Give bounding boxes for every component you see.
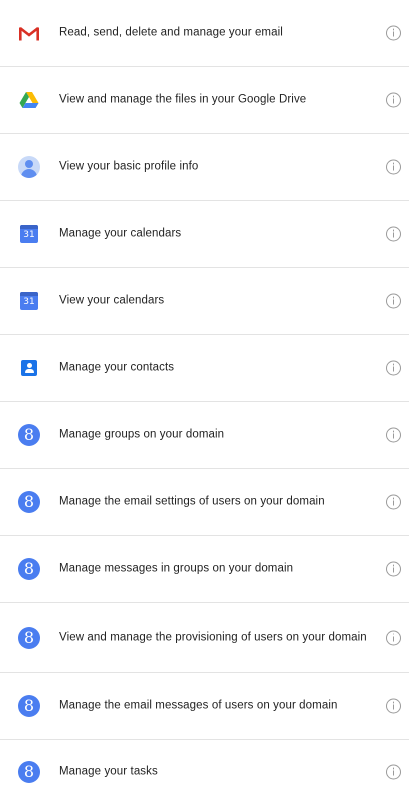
permission-row-drive: View and manage the files in your Google… bbox=[0, 67, 409, 134]
permission-label: Manage your calendars bbox=[59, 227, 182, 240]
permission-label: Manage groups on your domain bbox=[59, 428, 225, 441]
permission-label: Manage the email settings of users on yo… bbox=[59, 495, 325, 508]
calendar-day: 31 bbox=[23, 297, 35, 307]
google-g-icon: 8 bbox=[17, 557, 41, 581]
permission-label: Manage messages in groups on your domain bbox=[59, 562, 294, 575]
permission-label: Read, send, delete and manage your email bbox=[59, 26, 283, 39]
gmail-icon bbox=[17, 21, 41, 45]
permission-row-group-messages: 8 Manage messages in groups on your doma… bbox=[0, 536, 409, 603]
info-icon[interactable] bbox=[386, 494, 401, 510]
info-icon[interactable] bbox=[386, 159, 401, 175]
permission-row-contacts: Manage your contacts bbox=[0, 335, 409, 402]
info-icon[interactable] bbox=[386, 293, 401, 309]
info-icon[interactable] bbox=[386, 427, 401, 443]
permission-row-tasks: 8 Manage your tasks bbox=[0, 740, 409, 804]
info-icon[interactable] bbox=[386, 764, 401, 780]
permission-label: Manage your tasks bbox=[59, 765, 158, 778]
google-g-icon: 8 bbox=[17, 490, 41, 514]
info-icon[interactable] bbox=[386, 561, 401, 577]
permission-row-email: Read, send, delete and manage your email bbox=[0, 0, 409, 67]
contacts-icon bbox=[17, 356, 41, 380]
permission-label: View and manage the files in your Google… bbox=[59, 93, 307, 106]
permission-row-view-calendars: 31 View your calendars bbox=[0, 268, 409, 335]
permission-row-manage-calendars: 31 Manage your calendars bbox=[0, 201, 409, 268]
permission-row-provisioning: 8 View and manage the provisioning of us… bbox=[0, 603, 409, 673]
info-icon[interactable] bbox=[386, 226, 401, 242]
permission-label: View your calendars bbox=[59, 294, 165, 307]
permission-row-email-settings: 8 Manage the email settings of users on … bbox=[0, 469, 409, 536]
google-g-icon: 8 bbox=[17, 626, 41, 650]
permission-row-profile: View your basic profile info bbox=[0, 134, 409, 201]
info-icon[interactable] bbox=[386, 360, 401, 376]
calendar-icon: 31 bbox=[17, 289, 41, 313]
google-g-icon: 8 bbox=[17, 760, 41, 784]
info-icon[interactable] bbox=[386, 698, 401, 714]
info-icon[interactable] bbox=[386, 92, 401, 108]
google-drive-icon bbox=[17, 88, 41, 112]
google-g-icon: 8 bbox=[17, 423, 41, 447]
info-icon[interactable] bbox=[386, 630, 401, 645]
profile-icon bbox=[17, 155, 41, 179]
permission-list: Read, send, delete and manage your email… bbox=[0, 0, 409, 804]
permission-row-groups: 8 Manage groups on your domain bbox=[0, 402, 409, 469]
permission-label: Manage your contacts bbox=[59, 361, 175, 374]
permission-label: Manage the email messages of users on yo… bbox=[59, 699, 338, 712]
info-icon[interactable] bbox=[386, 25, 401, 41]
calendar-icon: 31 bbox=[17, 222, 41, 246]
permission-label: View your basic profile info bbox=[59, 160, 199, 173]
permission-row-user-email-messages: 8 Manage the email messages of users on … bbox=[0, 673, 409, 740]
calendar-day: 31 bbox=[23, 230, 35, 240]
permission-label: View and manage the provisioning of user… bbox=[59, 631, 367, 643]
google-g-icon: 8 bbox=[17, 694, 41, 718]
